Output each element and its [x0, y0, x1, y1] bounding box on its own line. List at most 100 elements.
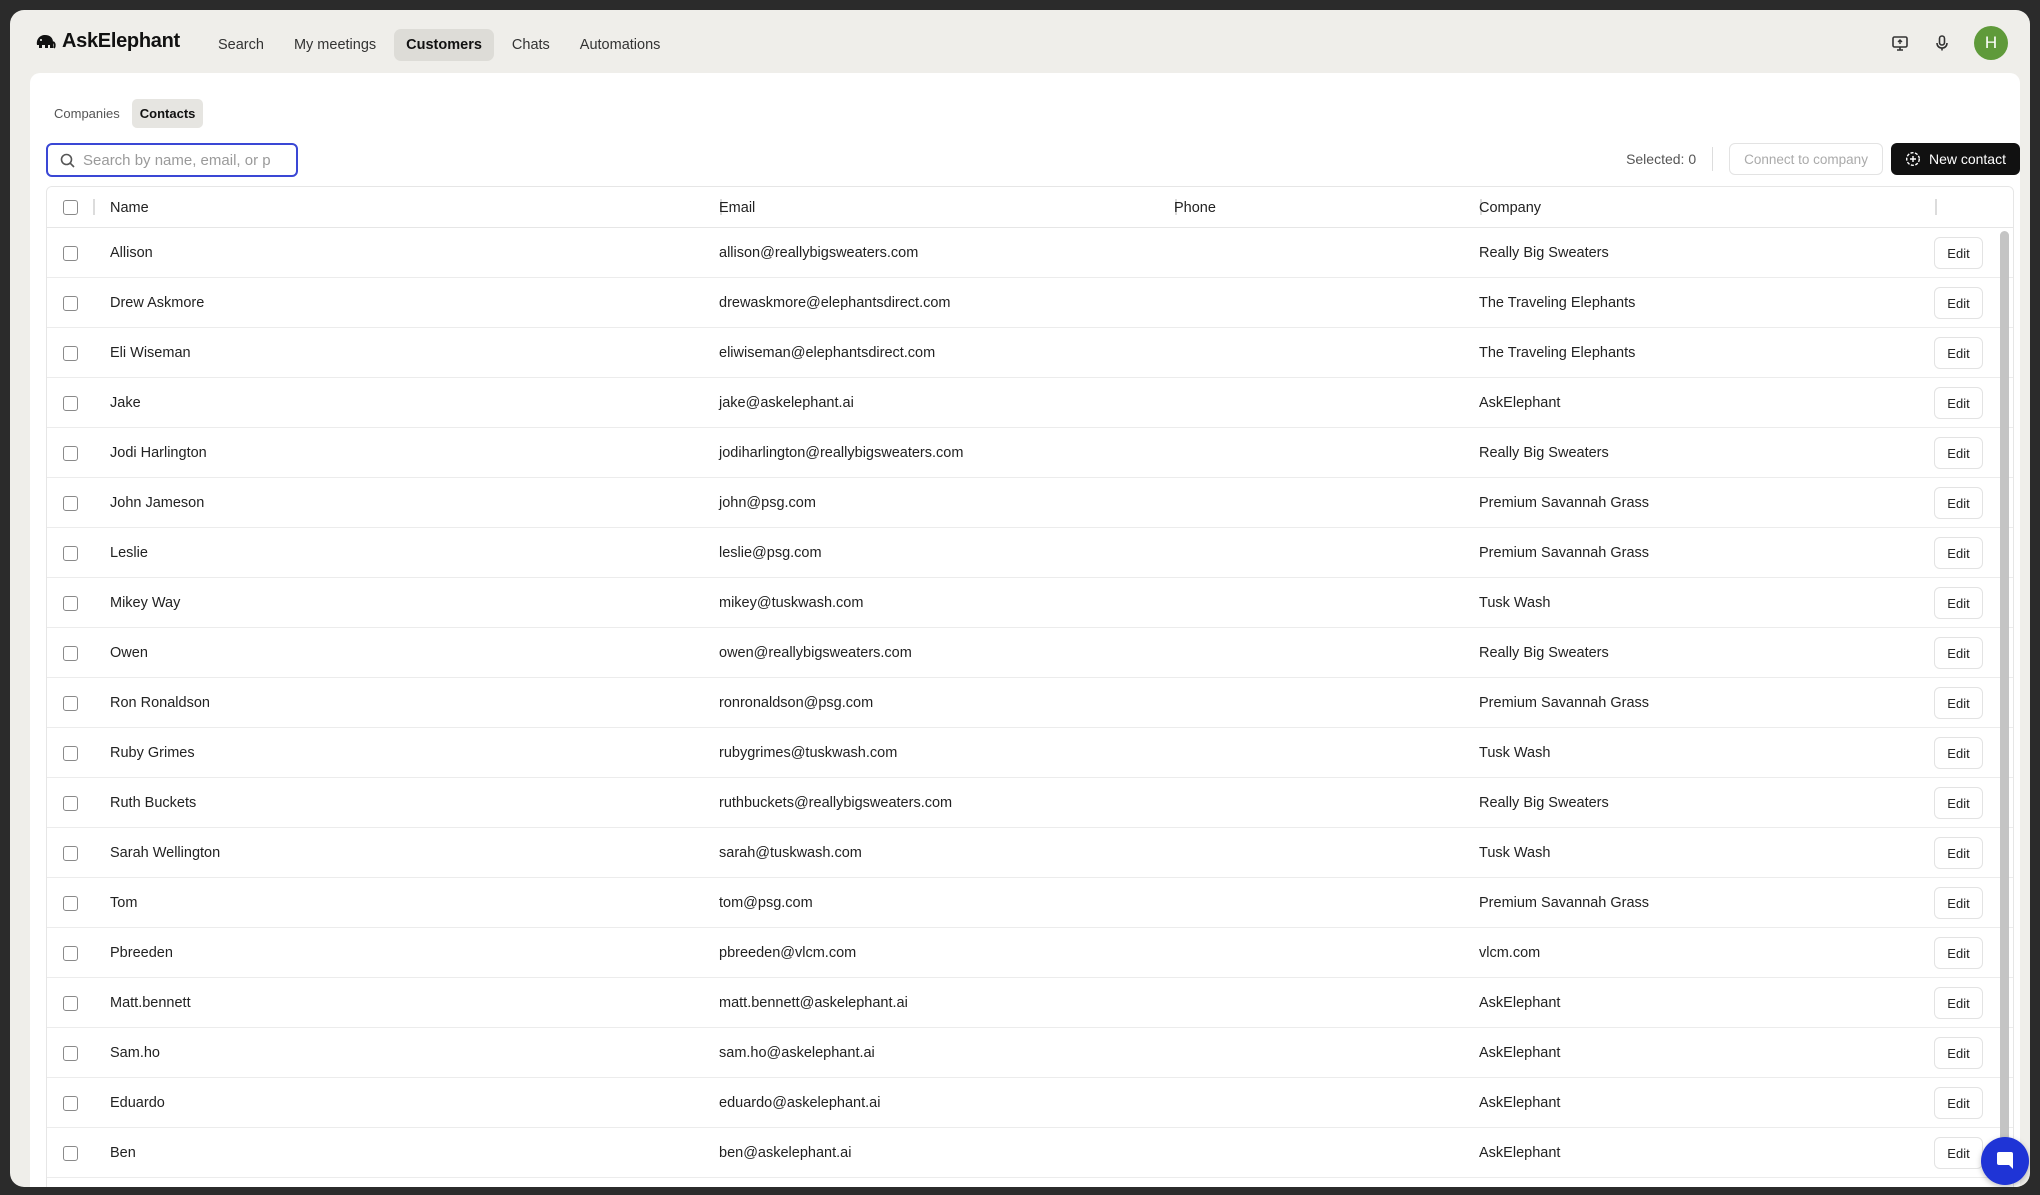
table-row[interactable]: Jodi Harlington jodiharlington@reallybigs… [47, 428, 2013, 478]
edit-contact-button[interactable]: Edit [1934, 287, 1983, 319]
table-scrollbar[interactable] [2000, 231, 2009, 1141]
contact-name: Pbreeden [110, 945, 173, 961]
table-row[interactable]: Drew Askmore drewaskmore@elephantsdirect.… [47, 278, 2013, 328]
row-checkbox[interactable] [63, 345, 78, 361]
column-header-name[interactable]: Name [110, 187, 149, 228]
edit-contact-button[interactable]: Edit [1934, 587, 1983, 619]
tab-contacts[interactable]: Contacts [131, 99, 204, 128]
edit-contact-button[interactable]: Edit [1934, 687, 1983, 719]
nav-customers[interactable]: Customers [394, 29, 494, 61]
contact-email: eliwiseman@elephantsdirect.com [719, 345, 936, 361]
row-checkbox[interactable] [63, 1095, 78, 1111]
edit-contact-button[interactable]: Edit [1934, 237, 1983, 269]
row-checkbox[interactable] [63, 945, 78, 961]
edit-contact-button[interactable]: Edit [1934, 1137, 1983, 1169]
app-logo[interactable]: AskElephant [34, 30, 180, 53]
column-header-company[interactable]: Company [1479, 187, 1541, 228]
table-row[interactable]: Mikey Way mikey@tuskwash.com Tusk Wash Edit [47, 578, 2013, 628]
table-header: Name Email Phone Company [47, 187, 2013, 228]
contact-name: Jodi Harlington [110, 445, 207, 461]
microphone-icon[interactable] [1932, 33, 1952, 53]
table-row[interactable]: Ruth Buckets ruthbuckets@reallybigsweater… [47, 778, 2013, 828]
edit-contact-button[interactable]: Edit [1934, 537, 1983, 569]
table-row[interactable]: Owen owen@reallybigsweaters.com Really Big… [47, 628, 2013, 678]
table-row[interactable]: Matt.bennett matt.bennett@askelephant.ai A… [47, 978, 2013, 1028]
edit-contact-button[interactable]: Edit [1934, 637, 1983, 669]
edit-contact-button[interactable]: Edit [1934, 1037, 1983, 1069]
row-checkbox[interactable] [63, 545, 78, 561]
user-avatar[interactable]: H [1974, 26, 2008, 60]
contact-email: sam.ho@askelephant.ai [719, 1045, 875, 1061]
contact-company: AskElephant [1479, 1095, 1561, 1111]
contact-company: Really Big Sweaters [1479, 645, 1609, 661]
row-checkbox[interactable] [63, 995, 78, 1011]
table-row[interactable]: Eduardo eduardo@askelephant.ai AskElephant… [47, 1078, 2013, 1128]
row-checkbox[interactable] [63, 245, 78, 261]
edit-contact-button[interactable]: Edit [1934, 387, 1983, 419]
row-checkbox[interactable] [63, 295, 78, 311]
column-header-email[interactable]: Email [719, 187, 755, 228]
nav-search[interactable]: Search [206, 29, 276, 61]
table-row[interactable]: Pbreeden pbreeden@vlcm.com vlcm.com Edit [47, 928, 2013, 978]
contact-company: Premium Savannah Grass [1479, 545, 1650, 561]
tab-companies[interactable]: Companies [46, 99, 128, 128]
table-row[interactable]: Leslie leslie@psg.com Premium Savannah Gra… [47, 528, 2013, 578]
table-row[interactable]: Sam.ho sam.ho@askelephant.ai AskElephant Ed… [47, 1028, 2013, 1078]
column-resizer[interactable] [93, 199, 95, 215]
table-row[interactable]: John Jameson john@psg.com Premium Savannah… [47, 478, 2013, 528]
row-checkbox[interactable] [63, 1145, 78, 1161]
table-row[interactable]: Ben ben@askelephant.ai AskElephant Edit [47, 1128, 2013, 1178]
nav-chats[interactable]: Chats [500, 29, 562, 61]
contact-name: Mikey Way [110, 595, 181, 611]
contact-email: john@psg.com [719, 495, 816, 511]
row-checkbox[interactable] [63, 1045, 78, 1061]
contact-search[interactable] [46, 143, 298, 177]
search-input[interactable] [83, 151, 273, 169]
row-checkbox[interactable] [63, 395, 78, 411]
select-all-checkbox[interactable] [63, 200, 78, 215]
row-checkbox[interactable] [63, 445, 78, 461]
contact-name: Leslie [110, 545, 148, 561]
row-checkbox[interactable] [63, 695, 78, 711]
row-checkbox[interactable] [63, 495, 78, 511]
new-contact-button[interactable]: New contact [1890, 143, 2020, 175]
edit-contact-button[interactable]: Edit [1934, 337, 1983, 369]
row-checkbox[interactable] [63, 595, 78, 611]
table-row[interactable]: Tom tom@psg.com Premium Savannah Grass Edit [47, 878, 2013, 928]
contact-email: pbreeden@vlcm.com [719, 945, 857, 961]
contact-name: Ron Ronaldson [110, 695, 210, 711]
toolbar-divider [1712, 147, 1714, 171]
nav-automations[interactable]: Automations [568, 29, 673, 61]
row-checkbox[interactable] [63, 795, 78, 811]
contact-company: The Traveling Elephants [1479, 345, 1636, 361]
edit-contact-button[interactable]: Edit [1934, 487, 1983, 519]
table-row[interactable]: Ruby Grimes rubygrimes@tuskwash.com Tusk W… [47, 728, 2013, 778]
contact-email: sarah@tuskwash.com [719, 845, 862, 861]
table-row[interactable]: Allison allison@reallybigsweaters.com Real… [47, 228, 2013, 278]
table-row[interactable]: Eli Wiseman eliwiseman@elephantsdirect.co… [47, 328, 2013, 378]
table-row[interactable]: Jake jake@askelephant.ai AskElephant Edit [47, 378, 2013, 428]
row-checkbox[interactable] [63, 745, 78, 761]
edit-contact-button[interactable]: Edit [1934, 887, 1983, 919]
table-row[interactable]: Ron Ronaldson ronronaldson@psg.com Premium… [47, 678, 2013, 728]
edit-contact-button[interactable]: Edit [1934, 737, 1983, 769]
row-checkbox[interactable] [63, 895, 78, 911]
edit-contact-button[interactable]: Edit [1934, 837, 1983, 869]
edit-contact-button[interactable]: Edit [1934, 987, 1983, 1019]
table-row[interactable]: Sarah Wellington sarah@tuskwash.com Tusk W… [47, 828, 2013, 878]
edit-contact-button[interactable]: Edit [1934, 437, 1983, 469]
row-checkbox[interactable] [63, 645, 78, 661]
edit-contact-button[interactable]: Edit [1934, 937, 1983, 969]
edit-contact-button[interactable]: Edit [1934, 787, 1983, 819]
connect-to-company-button[interactable]: Connect to company [1729, 143, 1883, 175]
column-header-phone[interactable]: Phone [1174, 187, 1216, 228]
column-resizer[interactable] [1935, 199, 1937, 215]
edit-contact-button[interactable]: Edit [1934, 1087, 1983, 1119]
chat-button[interactable] [1981, 1137, 2029, 1185]
nav-my-meetings[interactable]: My meetings [282, 29, 388, 61]
screen-share-icon[interactable] [1890, 33, 1910, 53]
contact-name: Sam.ho [110, 1045, 160, 1061]
contact-company: Really Big Sweaters [1479, 795, 1609, 811]
row-checkbox[interactable] [63, 845, 78, 861]
row-select-cell [63, 578, 78, 628]
